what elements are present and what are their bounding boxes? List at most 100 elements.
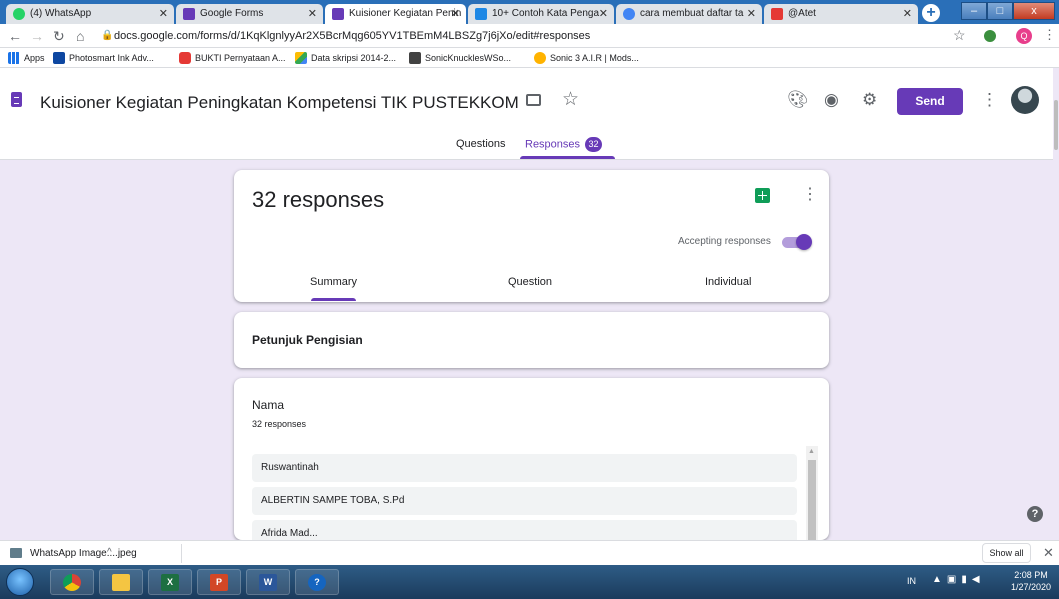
bookmark-label: BUKTI Pernyataan A... xyxy=(195,53,286,63)
close-window-button[interactable]: x xyxy=(1013,2,1055,20)
forms-logo-icon[interactable] xyxy=(11,92,22,107)
close-icon[interactable]: ✕ xyxy=(1043,544,1054,561)
close-icon[interactable]: ✕ xyxy=(308,4,317,24)
question-title: Nama xyxy=(252,398,285,412)
account-avatar[interactable] xyxy=(1011,86,1039,114)
subtab-summary[interactable]: Summary xyxy=(310,275,357,289)
tab-questions[interactable]: Questions xyxy=(456,137,506,151)
page-scrollbar-thumb[interactable] xyxy=(1054,100,1058,150)
tab-responses[interactable]: Responses 32 xyxy=(525,137,603,152)
home-icon[interactable]: ⌂ xyxy=(76,27,84,45)
clock-date: 1/27/2020 xyxy=(1010,582,1052,592)
new-tab-button[interactable]: + xyxy=(922,4,940,22)
list-item: Afrida Mad... xyxy=(252,520,797,540)
youtube-icon xyxy=(179,52,191,64)
bookmark-label: Sonic 3 A.I.R | Mods... xyxy=(550,53,639,63)
folder-icon[interactable] xyxy=(526,94,541,106)
more-options-icon[interactable]: ⋮ xyxy=(802,184,818,206)
signal-icon[interactable]: ▮ xyxy=(961,574,972,585)
accepting-responses-toggle[interactable] xyxy=(782,234,812,250)
responses-count-title: 32 responses xyxy=(252,187,385,212)
tab-google-forms[interactable]: Google Forms ✕ xyxy=(176,4,323,24)
forms-header: Kuisioner Kegiatan Peningkatan Kompetens… xyxy=(0,68,1059,160)
preview-eye-icon[interactable]: ◉ xyxy=(824,90,839,110)
site-icon xyxy=(771,8,783,20)
tab-whatsapp[interactable]: (4) WhatsApp ✕ xyxy=(6,4,174,24)
bookmark-sonic-knuckles[interactable]: SonicKnucklesWSo... xyxy=(409,51,511,65)
show-all-button[interactable]: Show all xyxy=(982,543,1031,563)
bookmark-bukti[interactable]: BUKTI Pernyataan A... xyxy=(179,51,286,65)
lock-icon[interactable]: 🔒 xyxy=(101,28,113,44)
word-icon: W xyxy=(259,574,277,591)
divider xyxy=(181,544,182,563)
forward-icon[interactable]: → xyxy=(30,27,44,45)
bookmark-data-skripsi[interactable]: Data skripsi 2014-2... xyxy=(295,51,396,65)
minimize-button[interactable]: – xyxy=(961,2,987,20)
subtab-question[interactable]: Question xyxy=(508,275,552,289)
chevron-up-icon[interactable]: ^ xyxy=(107,546,112,559)
tab-atet[interactable]: @Atet ✕ xyxy=(764,4,918,24)
tab-title: @Atet xyxy=(788,8,816,19)
extension-icon[interactable] xyxy=(984,30,996,42)
responses-list-scrollbar[interactable]: ▲ xyxy=(806,446,818,540)
chrome-menu-icon[interactable]: ⋮ xyxy=(1043,27,1056,43)
profile-avatar[interactable]: Q xyxy=(1016,28,1032,44)
language-indicator[interactable]: IN xyxy=(907,575,916,587)
excel-icon: X xyxy=(161,574,179,591)
taskbar-help[interactable]: ? xyxy=(295,569,339,595)
taskbar-powerpoint[interactable]: P xyxy=(197,569,241,595)
close-icon[interactable]: ✕ xyxy=(159,4,168,24)
palette-icon[interactable]: 🎨︎ xyxy=(787,90,809,110)
active-tab-indicator xyxy=(520,156,615,159)
close-icon[interactable]: ✕ xyxy=(451,4,460,24)
subtab-individual[interactable]: Individual xyxy=(705,275,751,289)
tab-title: Kuisioner Kegiatan Penin xyxy=(349,8,462,19)
taskbar-excel[interactable]: X xyxy=(148,569,192,595)
form-title[interactable]: Kuisioner Kegiatan Peningkatan Kompetens… xyxy=(40,93,519,113)
browser-tab-strip: (4) WhatsApp ✕ Google Forms ✕ Kuisioner … xyxy=(0,0,1059,24)
download-file-name[interactable]: WhatsApp Image....jpeg xyxy=(30,547,137,560)
question-card-nama: Nama 32 responses Ruswantinah ALBERTIN S… xyxy=(234,378,829,540)
tab-kuisioner[interactable]: Kuisioner Kegiatan Penin ✕ xyxy=(325,4,466,24)
send-button[interactable]: Send xyxy=(897,88,963,115)
sheets-icon[interactable] xyxy=(755,188,770,203)
bookmark-sonic-3[interactable]: Sonic 3 A.I.R | Mods... xyxy=(534,51,639,65)
bookmark-label: Photosmart Ink Adv... xyxy=(69,53,154,63)
system-tray[interactable]: ▲▣▮◀ xyxy=(932,573,985,587)
bookmark-apps[interactable]: Apps xyxy=(8,51,45,65)
bookmark-photosmart[interactable]: Photosmart Ink Adv... xyxy=(53,51,154,65)
tab-contoh-kata[interactable]: 10+ Contoh Kata Penga ✕ xyxy=(468,4,614,24)
system-clock[interactable]: 2:08 PM 1/27/2020 xyxy=(1007,569,1055,593)
close-icon[interactable]: ✕ xyxy=(903,4,912,24)
volume-icon[interactable]: ◀ xyxy=(972,574,985,585)
bookmark-label: Apps xyxy=(24,53,45,63)
taskbar-word[interactable]: W xyxy=(246,569,290,595)
browser-toolbar: ← → ↻ ⌂ 🔒 docs.google.com/forms/d/1KqKlg… xyxy=(0,24,1059,48)
image-file-icon xyxy=(10,548,22,558)
scrollbar-thumb[interactable] xyxy=(808,460,816,540)
close-icon[interactable]: ✕ xyxy=(599,4,608,24)
google-icon xyxy=(623,8,635,20)
help-icon[interactable]: ? xyxy=(1027,506,1043,522)
start-button[interactable] xyxy=(6,568,34,596)
more-options-icon[interactable]: ⋮ xyxy=(981,88,998,112)
taskbar-chrome[interactable] xyxy=(50,569,94,595)
tab-label: Responses xyxy=(525,138,581,151)
tab-title: Google Forms xyxy=(200,8,264,19)
windows-taskbar: X P W ? IN ▲▣▮◀ 2:08 PM 1/27/2020 xyxy=(0,565,1059,599)
tray-expand-icon[interactable]: ▲ xyxy=(932,574,947,585)
address-bar[interactable]: docs.google.com/forms/d/1KqKlgnlyyAr2X5B… xyxy=(114,28,590,44)
back-icon[interactable]: ← xyxy=(8,27,22,45)
help-icon: ? xyxy=(308,574,326,591)
reload-icon[interactable]: ↻ xyxy=(53,27,65,45)
tab-google-search[interactable]: cara membuat daftar ta ✕ xyxy=(616,4,762,24)
star-icon[interactable]: ☆ xyxy=(562,88,579,112)
close-icon[interactable]: ✕ xyxy=(747,4,756,24)
scroll-up-icon[interactable]: ▲ xyxy=(808,448,815,456)
responses-count-badge: 32 xyxy=(585,137,603,152)
maximize-button[interactable]: □ xyxy=(987,2,1013,20)
bookmark-star-icon[interactable]: ☆ xyxy=(953,27,966,44)
tray-app-icon[interactable]: ▣ xyxy=(947,574,961,585)
taskbar-explorer[interactable] xyxy=(99,569,143,595)
settings-gear-icon[interactable]: ⚙ xyxy=(862,90,877,110)
